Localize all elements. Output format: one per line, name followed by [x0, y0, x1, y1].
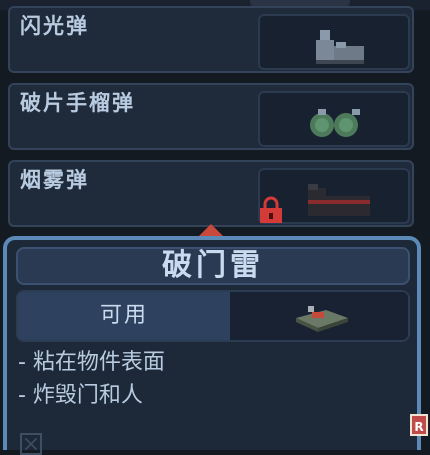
card-title: 烟雾弹 — [20, 168, 89, 192]
description-line: - 粘在物件表面 — [18, 350, 165, 375]
card-title: 闪光弹 — [20, 14, 89, 38]
details-panel: 破门雷 可用 - 粘在物件表面 - 炸毁门和人 — [3, 236, 421, 455]
breach-charge-icon — [296, 306, 348, 332]
selected-title: 破门雷 — [16, 247, 410, 285]
grenade-card-flashbang[interactable]: 闪光弹 — [8, 6, 414, 73]
status-available[interactable]: 可用 — [18, 292, 230, 340]
description-line: - 炸毁门和人 — [18, 383, 143, 408]
description: - 粘在物件表面 - 炸毁门和人 — [18, 346, 165, 412]
lock-icon — [260, 196, 282, 223]
icon-slot — [258, 14, 410, 70]
flashbang-icon — [316, 30, 364, 64]
r-key-hint: R — [410, 414, 428, 436]
card-title: 破片手榴弹 — [20, 91, 135, 115]
status-row: 可用 — [16, 290, 410, 342]
grenade-card-frag[interactable]: 破片手榴弹 — [8, 83, 414, 150]
grenade-card-smoke[interactable]: 烟雾弹 — [8, 160, 414, 227]
close-x-icon[interactable] — [20, 433, 42, 455]
selected-icon-area — [230, 292, 408, 340]
icon-slot — [258, 91, 410, 147]
frag-grenade-icon — [310, 109, 360, 137]
